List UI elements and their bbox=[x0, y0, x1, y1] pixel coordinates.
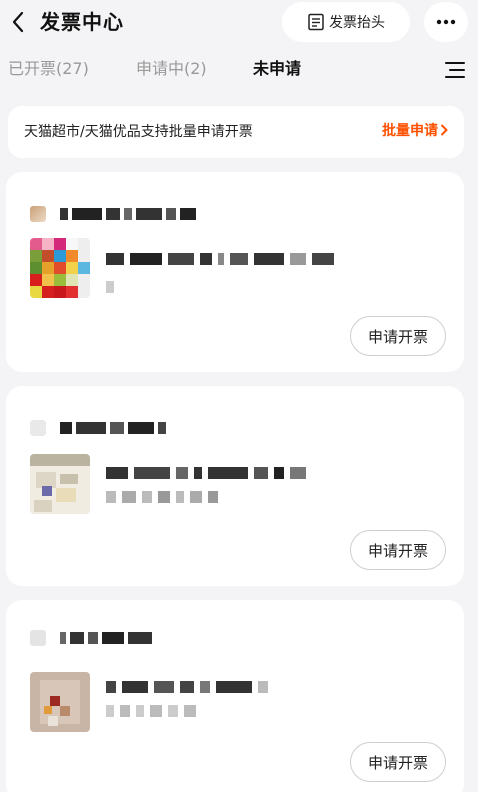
redacted-product-spec bbox=[106, 704, 196, 718]
header-bar: 发票中心 发票抬头 bbox=[0, 0, 478, 46]
tab-issued[interactable]: 已开票(27) bbox=[8, 58, 89, 80]
batch-apply-label: 批量申请 bbox=[382, 123, 438, 139]
order-card: 申请开票 bbox=[6, 172, 464, 372]
apply-invoice-button[interactable]: 申请开票 bbox=[350, 316, 446, 356]
document-icon bbox=[307, 13, 325, 31]
tab-applying[interactable]: 申请中(2) bbox=[136, 58, 207, 80]
invoice-header-button[interactable]: 发票抬头 bbox=[282, 2, 410, 42]
redacted-product-title bbox=[106, 466, 306, 480]
filter-menu-icon[interactable] bbox=[444, 60, 466, 80]
apply-invoice-button[interactable]: 申请开票 bbox=[350, 530, 446, 570]
product-thumbnail bbox=[30, 238, 90, 298]
product-thumbnail bbox=[30, 454, 90, 514]
shop-icon bbox=[30, 630, 46, 646]
redacted-shop-name bbox=[60, 207, 196, 221]
chevron-right-icon bbox=[440, 121, 448, 141]
redacted-product-title bbox=[106, 680, 268, 694]
apply-invoice-button[interactable]: 申请开票 bbox=[350, 742, 446, 782]
redacted-product-title bbox=[106, 252, 334, 266]
redacted-product-spec bbox=[106, 280, 114, 294]
shop-name-redacted bbox=[30, 204, 196, 224]
order-card: 申请开票 bbox=[6, 386, 464, 586]
redacted-shop-name bbox=[60, 421, 166, 435]
page-title: 发票中心 bbox=[40, 10, 124, 34]
shop-icon bbox=[30, 206, 46, 222]
batch-apply-link[interactable]: 批量申请 bbox=[382, 121, 448, 141]
redacted-product-spec bbox=[106, 490, 218, 504]
shop-name-redacted bbox=[30, 418, 166, 438]
banner-text: 天猫超市/天猫优品支持批量申请开票 bbox=[24, 124, 253, 140]
chevron-left-icon bbox=[12, 11, 24, 33]
product-thumbnail bbox=[30, 672, 90, 732]
invoice-header-label: 发票抬头 bbox=[329, 15, 385, 31]
shop-name-redacted bbox=[30, 628, 152, 648]
more-dots-icon bbox=[436, 19, 456, 25]
redacted-shop-name bbox=[60, 631, 152, 645]
shop-icon bbox=[30, 420, 46, 436]
order-card: 申请开票 bbox=[6, 600, 464, 792]
tab-bar: 已开票(27) 申请中(2) 未申请 bbox=[0, 52, 478, 88]
more-button[interactable] bbox=[424, 2, 468, 42]
tab-not-applied[interactable]: 未申请 bbox=[253, 58, 301, 80]
batch-apply-banner: 天猫超市/天猫优品支持批量申请开票 批量申请 bbox=[8, 106, 464, 158]
back-button[interactable] bbox=[6, 8, 30, 36]
